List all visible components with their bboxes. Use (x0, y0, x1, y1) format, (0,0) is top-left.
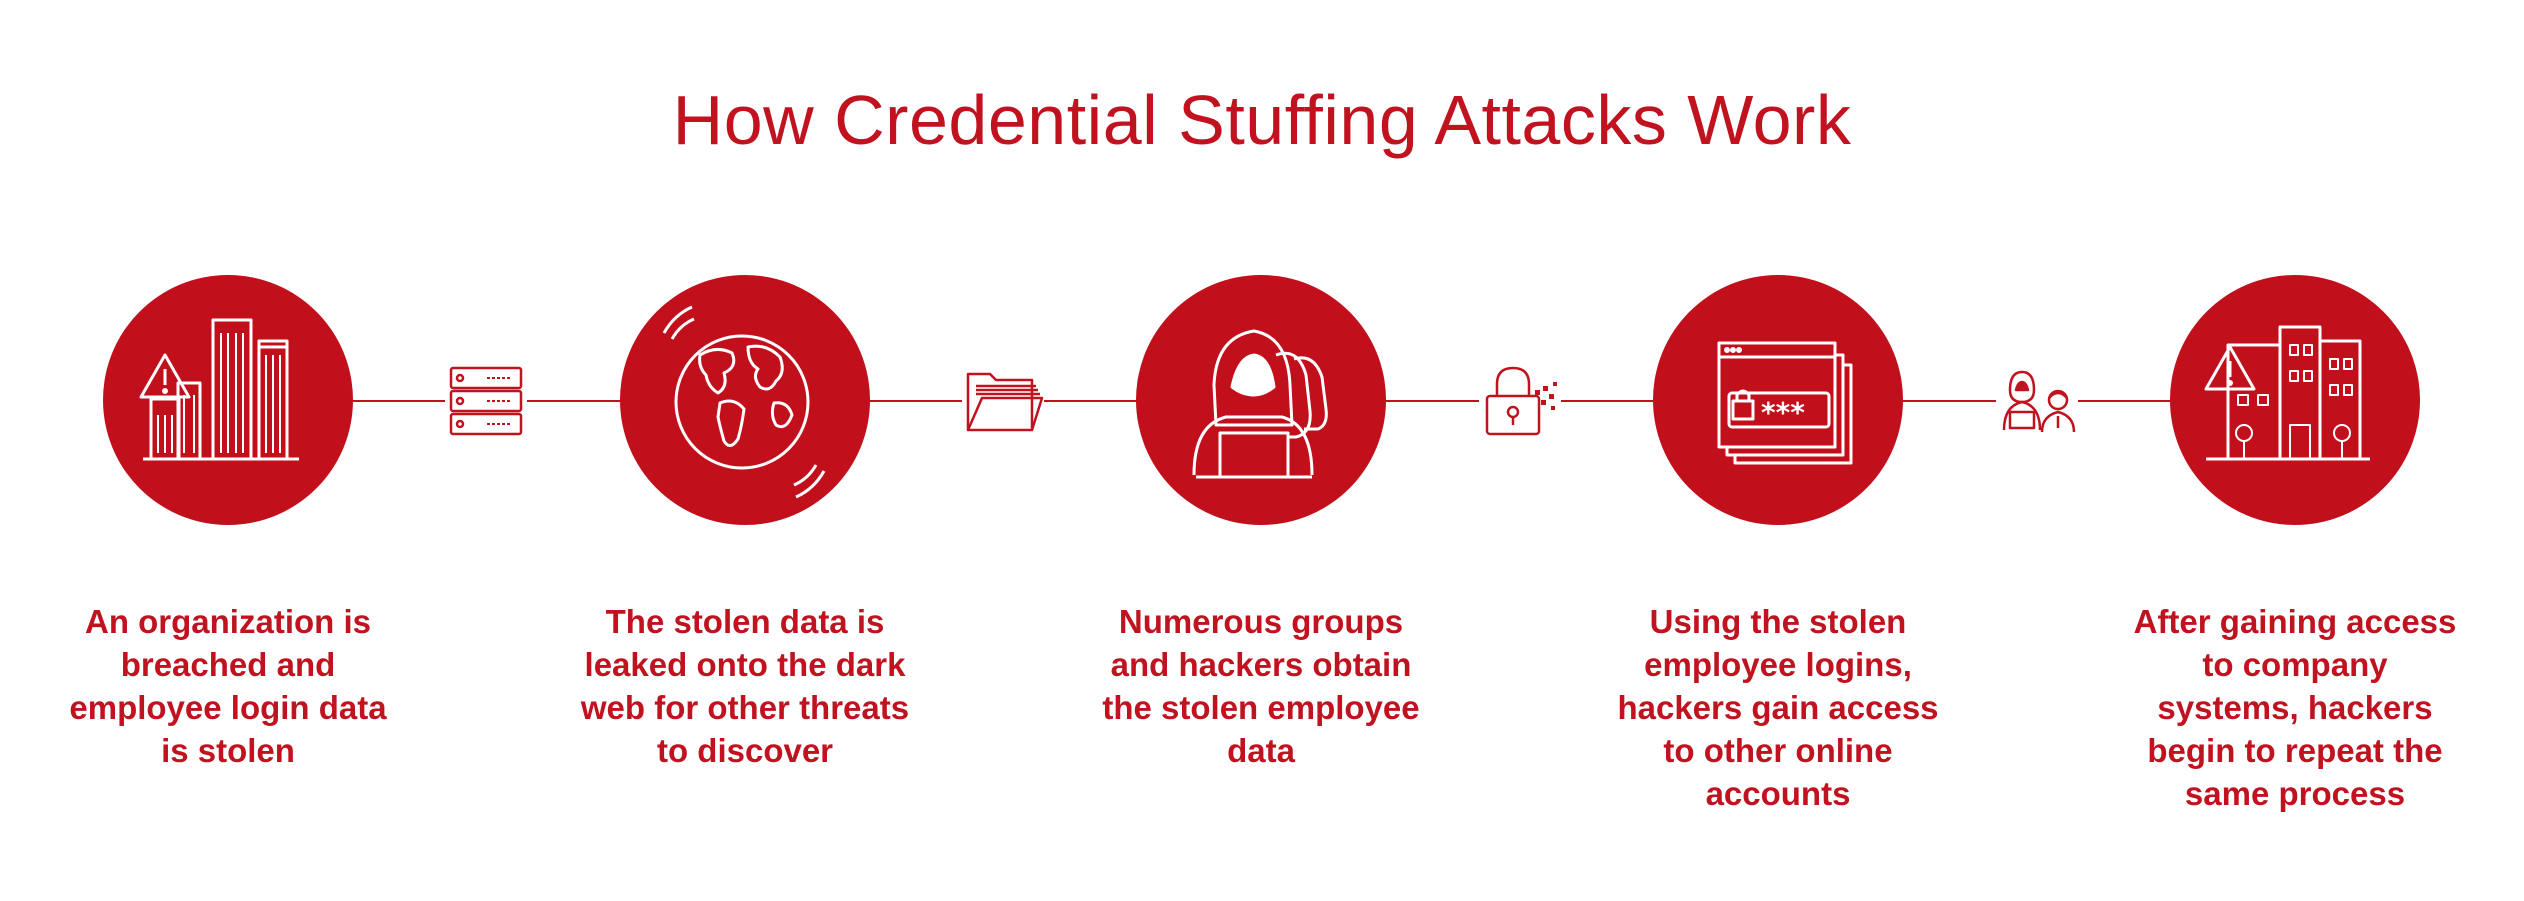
step-4-circle: *** (1653, 275, 1903, 525)
page-title: How Credential Stuffing Attacks Work (672, 81, 1852, 159)
step-1-circle (103, 275, 353, 525)
step-3-circle (1136, 275, 1386, 525)
step-5-circle (2170, 275, 2420, 525)
open-folder-icon (966, 372, 1044, 432)
connector-4 (1996, 360, 2078, 442)
step-5-caption: After gaining access to company systems,… (2133, 603, 2457, 812)
connector-3 (1479, 360, 1561, 442)
hacker-and-employee-icon (2002, 370, 2076, 433)
connector-1 (445, 360, 527, 442)
step-4-caption: Using the stolen employee logins, hacker… (1617, 603, 1939, 812)
step-2-caption: The stolen data is leaked onto the dark … (580, 603, 910, 769)
hooded-hackers-icon (1192, 329, 1328, 479)
step-3-caption: Numerous groups and hackers obtain the s… (1102, 603, 1420, 769)
connector-2 (962, 360, 1044, 442)
breached-buildings-icon (2204, 325, 2370, 461)
server-rack-icon (449, 366, 523, 436)
step-2-circle (620, 275, 870, 525)
broken-padlock-icon (1485, 366, 1557, 436)
svg-text:***: *** (1761, 396, 1805, 429)
breached-buildings-icon (139, 318, 299, 461)
password-login-window-icon: *** (1717, 341, 1853, 465)
step-1-caption: An organization is breached and employee… (69, 603, 387, 769)
globe-broadcast-icon (662, 305, 826, 499)
